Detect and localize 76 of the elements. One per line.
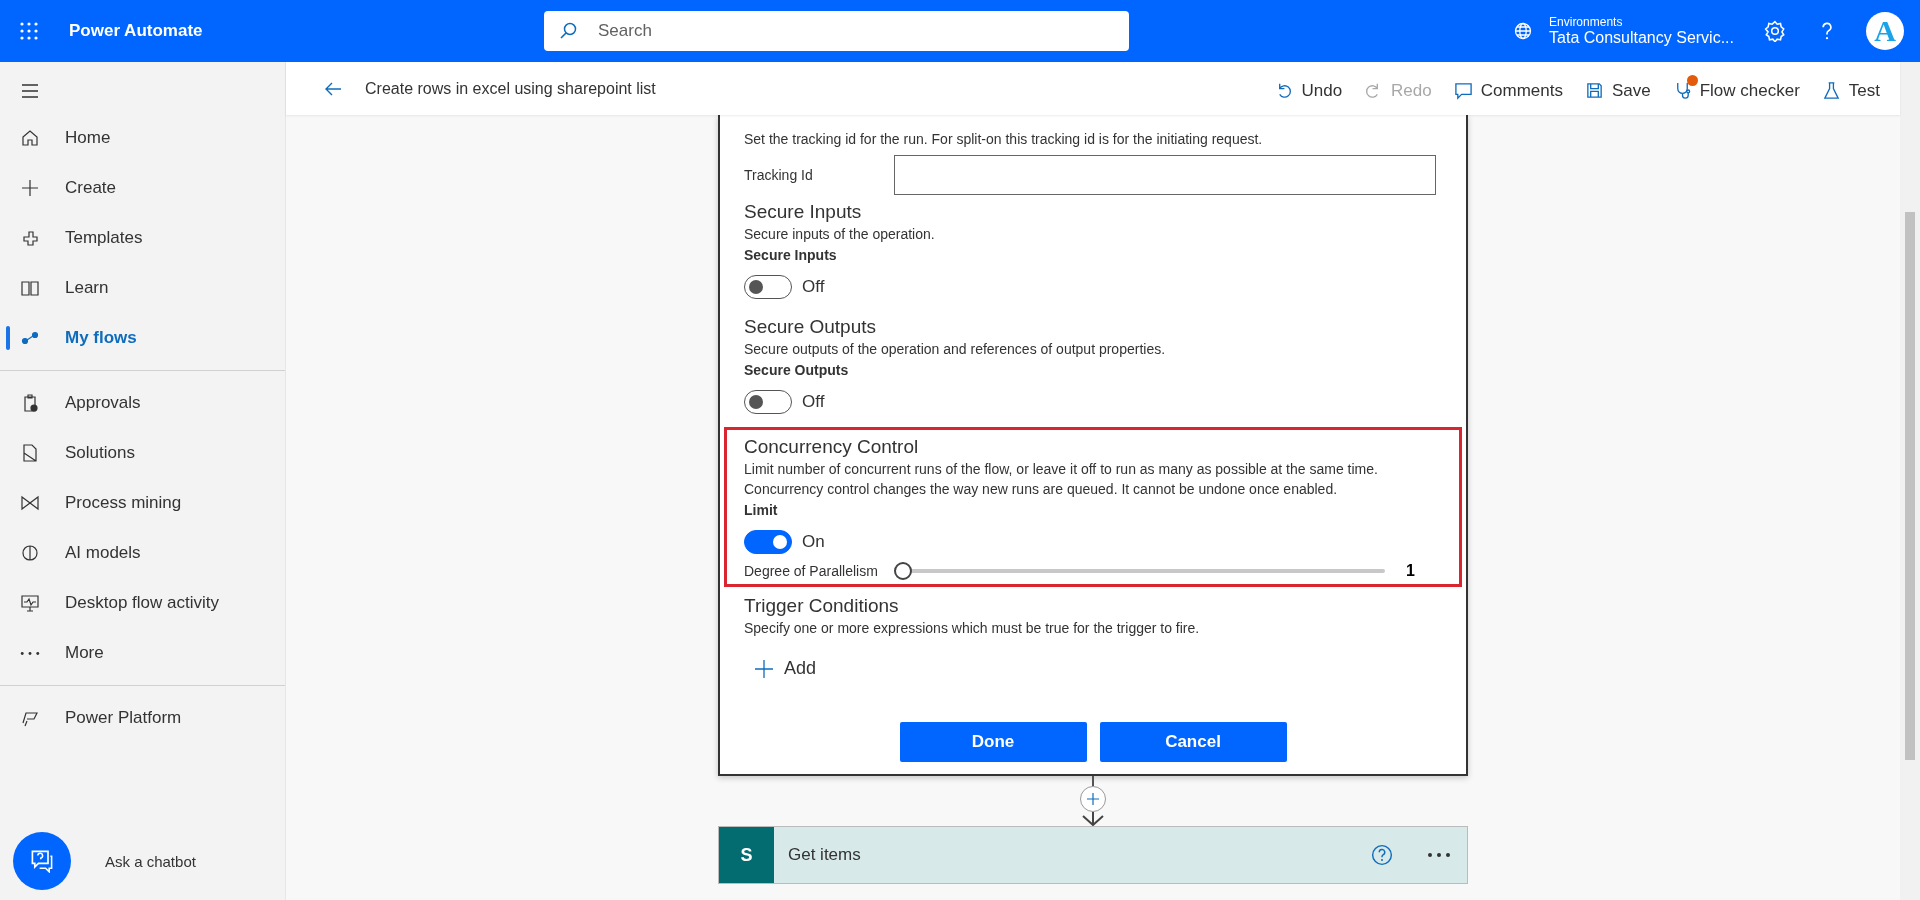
bowtie-icon [20,493,40,513]
step-title: Get items [788,845,862,865]
flask-icon [1821,81,1841,100]
toggle-state: Off [802,392,825,412]
toolbar-button[interactable]: Undo [1274,72,1343,105]
toggle-state: On [802,532,825,552]
help-icon[interactable] [1371,844,1393,866]
home-icon [20,128,40,148]
sharepoint-logo: S [719,827,774,883]
action-button[interactable]: Done [899,722,1087,762]
sidebar-item[interactable]: Approvals [0,378,285,428]
description-text: Secure inputs of the operation. [744,225,936,244]
toggle-switch[interactable] [744,275,792,299]
action-button[interactable]: Cancel [1099,722,1287,762]
sidebar-item[interactable]: More [0,628,285,678]
sidebar-item[interactable]: Power Platform [0,693,285,743]
chat-question-icon [30,849,54,873]
settings-icon[interactable] [1764,20,1786,42]
toggle-switch[interactable] [744,390,792,414]
description-text: Specify one or more expressions which must be true for the trigger to fire. [744,619,1201,638]
more-icon[interactable] [1427,852,1451,858]
toolbar-button[interactable]: Flow checker [1672,72,1800,105]
tracking-id-field[interactable] [894,155,1436,195]
sidebar-item[interactable]: My flows [0,313,285,363]
search-icon [558,21,578,41]
description-text: Secure outputs of the operation and references of output properties. [744,340,1167,359]
book-icon [20,278,40,298]
plus-icon [20,178,40,198]
toggle-switch[interactable] [744,530,792,554]
sidebar-item[interactable]: Home [0,113,285,163]
monitor-icon [20,593,40,613]
toggle-label: Secure Outputs [744,362,850,378]
chatbot-label: Ask a chatbot [105,852,196,870]
field-label: Tracking Id [744,167,814,183]
toolbar-button[interactable]: Test [1821,72,1880,105]
section-heading: Secure Outputs [744,315,878,339]
add-button[interactable]: Add [754,658,817,679]
slider-value: 1 [1406,562,1415,580]
section-heading: Concurrency Control [744,435,920,459]
app-launcher-icon[interactable] [19,21,39,41]
sidebar-item[interactable]: Process mining [0,478,285,528]
toggle-label: Limit [744,502,779,518]
more-icon [20,650,40,656]
chatbot-button[interactable] [13,832,71,890]
sidebar-item[interactable]: AI models [0,528,285,578]
menu-icon[interactable] [20,81,40,101]
sidebar-item[interactable]: Solutions [0,428,285,478]
toggle-label: Secure Inputs [744,247,838,263]
flow-title: Create rows in excel using sharepoint list [365,79,656,98]
sidebar-item[interactable]: Desktop flow activity [0,578,285,628]
description-text: Limit number of concurrent runs of the flow, or leave it off to run as many as possible at the same time. Concurrency control changes the way new runs are queued. It cannot be undone once enabled. [744,460,1379,499]
globe-icon [1513,21,1534,41]
plus-icon [754,658,774,679]
section-heading: Trigger Conditions [744,594,900,618]
section-heading: Secure Inputs [744,200,863,224]
toggle-state: Off [802,277,825,297]
scrollbar[interactable] [1900,62,1920,900]
sidebar-item[interactable]: Learn [0,263,285,313]
down-arrow-icon [1081,812,1105,826]
comment-icon [1453,81,1473,100]
insert-step-button[interactable] [1080,786,1106,812]
search-field[interactable]: Search [544,11,1129,51]
save-icon [1584,81,1604,100]
environment-label: Environments [1549,15,1624,29]
app-title: Power Automate [69,21,204,41]
environment-name[interactable]: Tata Consultancy Servic... [1549,29,1734,47]
toolbar-button[interactable]: Save [1584,72,1651,105]
slider-thumb[interactable] [894,562,912,580]
sidebar-item[interactable]: Templates [0,213,285,263]
slider-label: Degree of Parallelism [744,563,879,579]
toolbar-button[interactable]: Comments [1453,72,1563,105]
document-icon [20,443,40,463]
description-text: Set the tracking id for the run. For split-on this tracking id is for the initiating request. [744,130,1264,149]
plus-icon [1087,793,1099,805]
sidebar-item[interactable]: Create [0,163,285,213]
flow-step[interactable]: S Get items [718,826,1468,884]
